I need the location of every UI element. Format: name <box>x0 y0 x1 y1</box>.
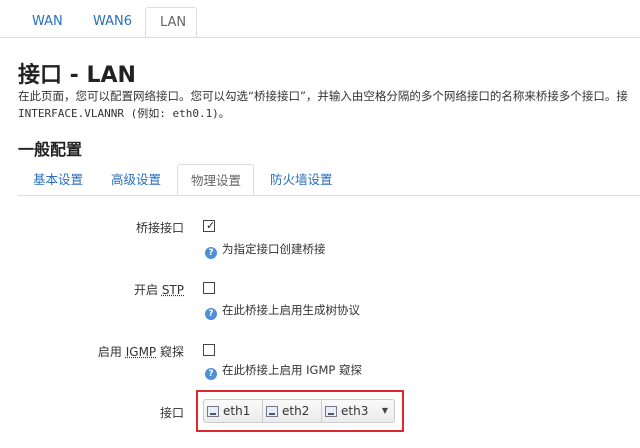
igmp-label-suffix: 窥探 <box>156 345 184 359</box>
help-icon: ? <box>205 368 217 380</box>
igmp-hint-text: 在此桥接上启用 IGMP 窥探 <box>222 363 362 377</box>
bridge-hint-text: 为指定接口创建桥接 <box>222 242 326 256</box>
igmp-label-prefix: 启用 <box>97 345 126 359</box>
igmp-abbr: IGMP <box>125 345 157 359</box>
stp-checkbox[interactable] <box>203 282 215 294</box>
dropdown-caret-icon[interactable]: ▼ <box>382 400 388 422</box>
settings-tab-bar: 基本设置 高级设置 物理设置 防火墙设置 <box>0 162 640 196</box>
tab-bar-divider <box>0 37 640 38</box>
tab-physical-settings[interactable]: 物理设置 <box>177 164 254 196</box>
interface-chip-label: eth3 <box>341 404 369 418</box>
interface-dropdown[interactable]: eth1 eth2 eth3 ▼ <box>203 399 395 423</box>
page-description-line2: INTERFACE.VLANNR (例如: eth0.1)。 <box>18 107 230 120</box>
top-tab-bar: WAN WAN6 LAN <box>0 0 640 38</box>
igmp-hint: ? 在此桥接上启用 IGMP 窥探 <box>205 363 362 380</box>
section-title: 一般配置 <box>18 140 83 159</box>
tab-wan[interactable]: WAN <box>18 7 77 38</box>
checkmark-icon: ✓ <box>206 219 216 232</box>
igmp-label: 启用 IGMP 窥探 <box>98 343 184 360</box>
igmp-checkbox[interactable] <box>203 344 215 356</box>
network-adapter-icon <box>325 406 337 417</box>
help-icon: ? <box>205 308 217 320</box>
interface-label: 接口 <box>159 406 184 420</box>
interface-chip-eth2: eth2 <box>263 400 322 422</box>
stp-label: 开启 STP <box>134 281 184 298</box>
interface-chip-eth1: eth1 <box>204 400 263 422</box>
help-icon: ? <box>205 247 217 259</box>
page-title: 接口 - LAN <box>18 63 136 88</box>
interface-chip-eth3: eth3 <box>322 400 378 422</box>
network-adapter-icon <box>207 406 219 417</box>
interface-chip-label: eth2 <box>282 404 310 418</box>
page-description: 在此页面，您可以配置网络接口。您可以勾选“桥接接口”，并输入由空格分隔的多个网络… <box>18 89 628 103</box>
tab-advanced-settings[interactable]: 高级设置 <box>98 164 174 196</box>
stp-hint: ? 在此桥接上启用生成树协议 <box>205 303 360 320</box>
stp-abbr: STP <box>161 283 184 297</box>
stp-label-prefix: 开启 <box>133 283 162 297</box>
settings-tab-divider <box>18 195 640 196</box>
interface-chip-label: eth1 <box>223 404 251 418</box>
bridge-checkbox[interactable]: ✓ <box>203 220 215 232</box>
bridge-label: 桥接接口 <box>135 221 184 235</box>
bridge-hint: ? 为指定接口创建桥接 <box>205 242 326 259</box>
tab-lan[interactable]: LAN <box>145 7 197 38</box>
stp-hint-text: 在此桥接上启用生成树协议 <box>222 303 360 317</box>
tab-firewall-settings[interactable]: 防火墙设置 <box>257 164 346 196</box>
tab-wan6[interactable]: WAN6 <box>79 7 146 38</box>
tab-basic-settings[interactable]: 基本设置 <box>20 164 96 196</box>
network-adapter-icon <box>266 406 278 417</box>
